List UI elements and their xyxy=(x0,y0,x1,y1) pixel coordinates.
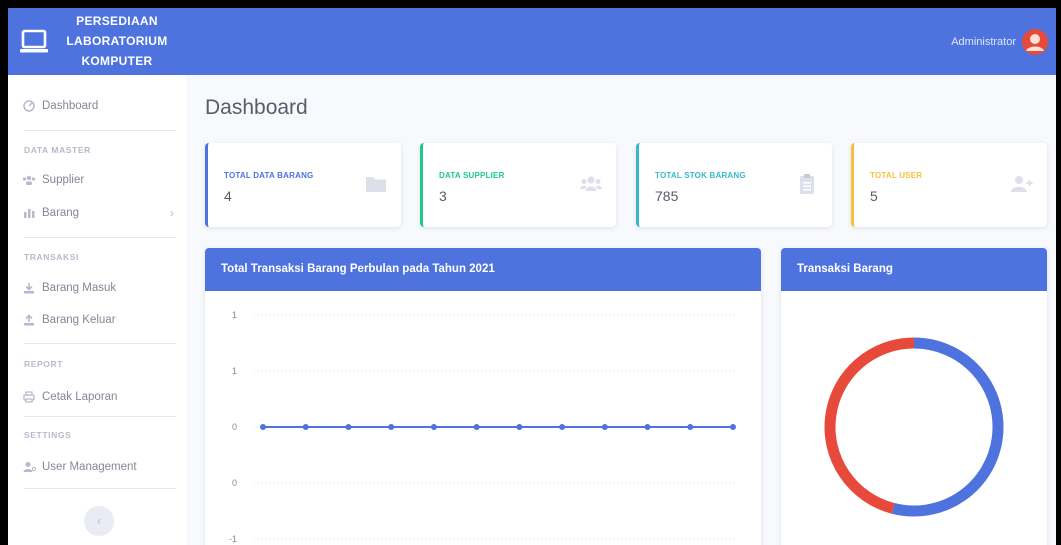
y-tick-label: 0 xyxy=(232,422,237,432)
topbar: PERSEDIAAN LABORATORIUM KOMPUTER Adminis… xyxy=(8,8,1056,75)
sidebar-item-label: Supplier xyxy=(42,174,85,186)
chevron-left-icon: ‹ xyxy=(97,514,101,528)
page-title: Dashboard xyxy=(205,96,308,119)
user-dropdown[interactable]: Administrator xyxy=(951,28,1048,56)
sidebar-item-cetak-laporan[interactable]: Cetak Laporan xyxy=(8,384,186,410)
sidebar-item-label: User Management xyxy=(42,461,137,473)
sidebar-heading-settings: SETTINGS xyxy=(24,430,72,440)
brand-line: KOMPUTER xyxy=(81,54,153,68)
users-icon xyxy=(580,176,602,191)
panel-title: Transaksi Barang xyxy=(797,263,893,275)
stat-card-total-barang: TOTAL DATA BARANG 4 xyxy=(205,143,401,227)
user-plus-icon xyxy=(1011,176,1033,192)
y-tick-label: 0 xyxy=(232,478,237,488)
data-point xyxy=(516,424,523,430)
sidebar-divider xyxy=(24,237,176,238)
folder-icon xyxy=(366,177,386,192)
sidebar-item-dashboard[interactable]: Dashboard xyxy=(8,93,186,119)
sidebar-divider xyxy=(24,130,176,131)
stat-card-value: 3 xyxy=(439,188,447,204)
stat-card-label: TOTAL STOK BARANG xyxy=(655,171,746,180)
data-point xyxy=(473,424,480,430)
data-point xyxy=(345,424,352,430)
user-cog-icon xyxy=(22,460,36,474)
dashboard-icon xyxy=(22,99,36,113)
data-point xyxy=(430,424,437,430)
brand-link[interactable]: PERSEDIAAN LABORATORIUM KOMPUTER xyxy=(8,8,186,75)
panel-header: Total Transaksi Barang Perbulan pada Tah… xyxy=(205,248,761,291)
stat-card-label: TOTAL DATA BARANG xyxy=(224,171,314,180)
donut-chart xyxy=(824,337,1004,517)
y-tick-label: 1 xyxy=(232,310,237,320)
sidebar-divider xyxy=(24,343,176,344)
sidebar-heading-master: DATA MASTER xyxy=(24,145,91,155)
sidebar-divider xyxy=(24,416,176,417)
data-point xyxy=(388,424,395,430)
chevron-right-icon: › xyxy=(170,206,174,220)
sidebar-item-label: Barang xyxy=(42,207,80,219)
pie-chart-panel: Transaksi Barang xyxy=(781,248,1047,545)
stat-card-value: 5 xyxy=(870,188,878,204)
sidebar-toggle-button[interactable]: ‹ xyxy=(84,506,114,536)
data-point xyxy=(559,424,566,430)
panel-title: Total Transaksi Barang Perbulan pada Tah… xyxy=(221,263,495,275)
y-tick-label: 1 xyxy=(232,366,237,376)
upload-icon xyxy=(22,313,36,327)
sidebar-item-label: Barang Keluar xyxy=(42,314,116,326)
avatar-icon xyxy=(1022,29,1048,55)
brand-line: PERSEDIAAN xyxy=(76,14,158,28)
sidebar-item-barang-masuk[interactable]: Barang Masuk xyxy=(8,275,186,301)
sidebar-heading-transaksi: TRANSAKSI xyxy=(24,252,79,262)
sidebar-divider xyxy=(24,488,176,489)
stat-card-value: 785 xyxy=(655,188,679,204)
sidebar-item-user-management[interactable]: User Management xyxy=(8,454,186,480)
user-name: Administrator xyxy=(951,36,1016,48)
sidebar-item-label: Cetak Laporan xyxy=(42,391,118,403)
data-point xyxy=(260,424,266,430)
app-frame: PERSEDIAAN LABORATORIUM KOMPUTER Adminis… xyxy=(8,8,1056,545)
donut-slice xyxy=(891,337,1004,517)
download-icon xyxy=(22,281,36,295)
line-chart: 1 1 0 0 -1 xyxy=(229,310,736,544)
data-point xyxy=(644,424,651,430)
sidebar: Dashboard DATA MASTER Supplier Barang › … xyxy=(8,75,186,545)
donut-slice xyxy=(824,337,915,514)
brand-line: LABORATORIUM xyxy=(66,34,168,48)
data-point xyxy=(730,424,736,430)
sidebar-heading-report: REPORT xyxy=(24,359,64,369)
print-icon xyxy=(22,390,36,404)
line-chart-panel: Total Transaksi Barang Perbulan pada Tah… xyxy=(205,248,761,545)
stat-card-total-stok: TOTAL STOK BARANG 785 xyxy=(636,143,832,227)
chart-bar-icon xyxy=(22,206,36,220)
sidebar-item-supplier[interactable]: Supplier xyxy=(8,167,186,193)
users-icon xyxy=(22,173,36,187)
sidebar-item-label: Dashboard xyxy=(42,100,99,112)
data-point xyxy=(302,424,309,430)
data-point xyxy=(601,424,608,430)
y-tick-label: -1 xyxy=(229,534,237,544)
stat-card-total-user: TOTAL USER 5 xyxy=(851,143,1047,227)
sidebar-item-barang[interactable]: Barang › xyxy=(8,200,186,226)
data-point xyxy=(687,424,694,430)
stat-card-value: 4 xyxy=(224,188,232,204)
laptop-icon xyxy=(20,29,48,53)
sidebar-item-label: Barang Masuk xyxy=(42,282,117,294)
panel-header: Transaksi Barang xyxy=(781,248,1047,291)
stat-card-label: DATA SUPPLIER xyxy=(439,171,505,180)
brand-title: PERSEDIAAN LABORATORIUM KOMPUTER xyxy=(52,11,182,71)
stat-card-data-supplier: DATA SUPPLIER 3 xyxy=(420,143,616,227)
stat-card-label: TOTAL USER xyxy=(870,171,923,180)
clipboard-icon xyxy=(800,174,814,194)
sidebar-item-barang-keluar[interactable]: Barang Keluar xyxy=(8,307,186,333)
